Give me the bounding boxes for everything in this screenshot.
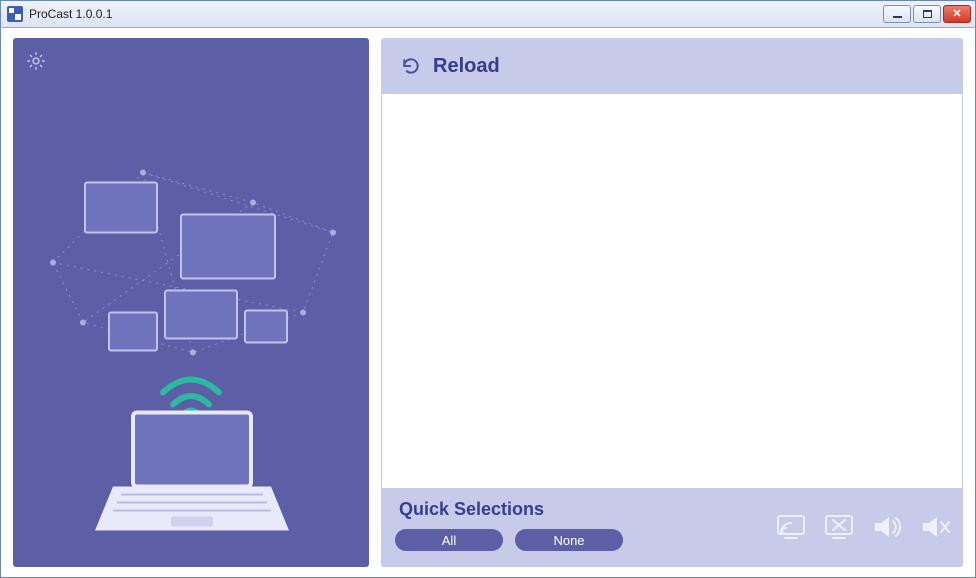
app-icon	[7, 6, 23, 22]
action-icons	[775, 511, 951, 543]
bottom-bar: Quick Selections All None	[381, 489, 963, 567]
client-area: Reload Quick Selections All None	[0, 28, 976, 578]
cast-icon[interactable]	[775, 511, 807, 543]
stop-cast-icon[interactable]	[823, 511, 855, 543]
maximize-button[interactable]	[913, 5, 941, 23]
minimize-button[interactable]	[883, 5, 911, 23]
reload-icon[interactable]	[401, 56, 421, 76]
device-list	[381, 94, 963, 489]
right-area: Reload Quick Selections All None	[381, 38, 963, 567]
select-none-button[interactable]: None	[515, 529, 623, 551]
titlebar: ProCast 1.0.0.1 ✕	[0, 0, 976, 28]
left-panel	[13, 38, 369, 567]
window-buttons: ✕	[883, 5, 971, 23]
volume-icon[interactable]	[871, 511, 903, 543]
broadcast-illustration	[13, 88, 369, 567]
close-button[interactable]: ✕	[943, 5, 971, 23]
reload-label[interactable]: Reload	[433, 55, 500, 78]
mute-icon[interactable]	[919, 511, 951, 543]
window-title: ProCast 1.0.0.1	[29, 7, 112, 21]
quick-selection-buttons: All None	[395, 529, 623, 551]
quick-selections-label: Quick Selections	[399, 499, 544, 520]
gear-icon[interactable]	[25, 50, 47, 72]
reload-bar: Reload	[381, 38, 963, 94]
select-all-button[interactable]: All	[395, 529, 503, 551]
laptop-graphic	[95, 413, 289, 531]
